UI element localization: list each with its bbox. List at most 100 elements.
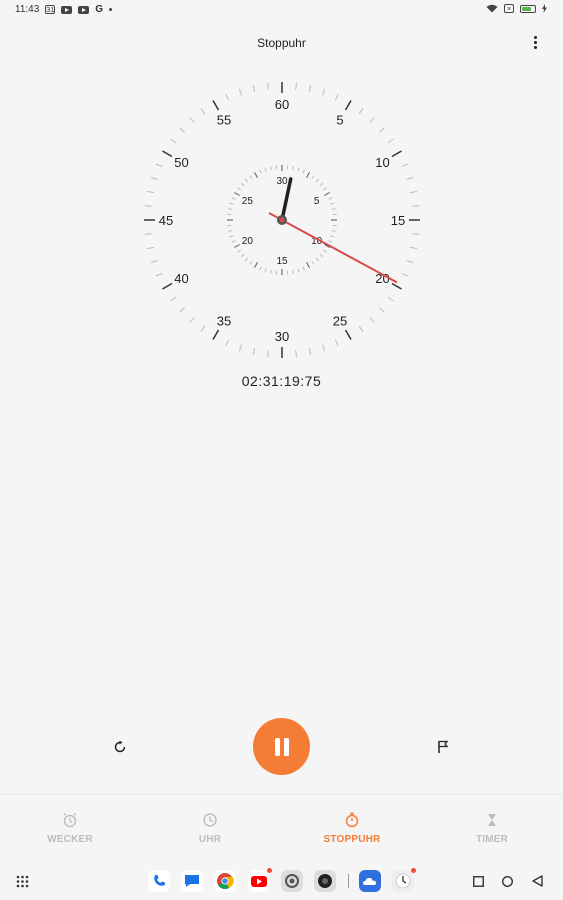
dial-minor-tick xyxy=(401,272,409,277)
messages-icon[interactable] xyxy=(181,870,203,892)
recents-icon[interactable] xyxy=(473,876,484,887)
tab-label-timer: TIMER xyxy=(475,834,509,845)
subdial-major-tick xyxy=(254,172,258,178)
dial-label: 25 xyxy=(333,313,347,328)
seconds-hand xyxy=(268,212,398,284)
dock-divider xyxy=(348,874,349,888)
subdial-minor-tick xyxy=(240,182,245,187)
back-icon[interactable] xyxy=(532,875,543,887)
subdial-minor-tick xyxy=(315,178,320,183)
dial-minor-tick xyxy=(150,260,158,264)
wifi-icon xyxy=(486,4,498,13)
subdial-label: 25 xyxy=(242,196,254,207)
dial-label: 60 xyxy=(275,97,289,112)
subdial-minor-tick xyxy=(231,240,236,243)
dial-minor-tick xyxy=(155,163,163,168)
dial-minor-tick xyxy=(179,127,185,133)
subdial-minor-tick xyxy=(228,230,233,232)
dial-label: 15 xyxy=(391,213,405,228)
subdial-minor-tick xyxy=(315,257,320,262)
app-drawer-icon[interactable] xyxy=(16,875,29,888)
clock-app-icon[interactable] xyxy=(392,868,416,892)
dial-minor-tick xyxy=(369,317,375,323)
subdial-minor-tick xyxy=(259,169,262,174)
subdial-minor-tick xyxy=(311,175,315,180)
subdial-minor-tick xyxy=(270,166,272,171)
dial-label: 10 xyxy=(375,155,389,170)
subdial-minor-tick xyxy=(319,253,324,258)
subdial-minor-tick xyxy=(264,268,267,273)
subdial-minor-tick xyxy=(330,202,335,205)
subdial-minor-tick xyxy=(240,253,245,258)
subdial-minor-tick xyxy=(328,197,333,200)
dial-minor-tick xyxy=(358,108,364,115)
tab-wecker[interactable]: WECKER xyxy=(0,795,140,863)
subdial-major-tick xyxy=(254,262,258,268)
settings-icon[interactable] xyxy=(281,870,303,892)
dial-minor-tick xyxy=(322,344,326,352)
dial-major-tick xyxy=(212,329,220,340)
home-icon[interactable] xyxy=(502,876,513,887)
navigation-bar xyxy=(0,862,563,900)
dial-minor-tick xyxy=(401,163,409,168)
more-options-icon[interactable] xyxy=(529,35,541,51)
subdial-label: 30 xyxy=(276,176,288,187)
dial-minor-tick xyxy=(144,205,152,207)
tab-stoppuhr[interactable]: STOPPUHR xyxy=(282,795,422,863)
subdial-label: 15 xyxy=(276,256,288,267)
reset-button[interactable] xyxy=(108,735,132,759)
dial-minor-tick xyxy=(406,176,414,180)
dial-minor-tick xyxy=(267,350,269,358)
tab-uhr[interactable]: UHR xyxy=(140,795,280,863)
subdial-minor-tick xyxy=(322,187,327,191)
dial-minor-tick xyxy=(238,344,242,352)
subdial-major-tick xyxy=(234,244,240,248)
dial-minor-tick xyxy=(146,190,154,194)
subdial-minor-tick xyxy=(237,249,242,253)
dial-major-tick xyxy=(344,329,352,340)
dial-label: 5 xyxy=(336,113,343,128)
dial-major-tick xyxy=(212,100,220,111)
dial-minor-tick xyxy=(358,325,364,332)
dial-label: 50 xyxy=(174,155,188,170)
dial-minor-tick xyxy=(387,138,394,144)
clock-notification-dot xyxy=(411,868,416,873)
dial-minor-tick xyxy=(406,260,414,264)
clock-icon xyxy=(203,813,217,827)
subdial-minor-tick xyxy=(311,260,315,265)
subdial-label: 20 xyxy=(242,236,254,247)
subdial-minor-tick xyxy=(322,249,327,253)
tab-timer[interactable]: TIMER xyxy=(422,795,562,863)
subdial-minor-tick xyxy=(330,235,335,238)
dial-major-tick xyxy=(391,150,402,158)
tab-label-uhr: UHR xyxy=(198,834,222,845)
hand-pivot-center xyxy=(279,217,285,223)
dial-minor-tick xyxy=(267,82,269,90)
subdial-minor-tick xyxy=(331,230,336,232)
subdial-major-tick xyxy=(324,192,330,196)
status-bar: 11:43 31 G × xyxy=(0,0,563,20)
dial-label: 40 xyxy=(174,271,188,286)
elapsed-time: 02:31:19:75 xyxy=(241,373,322,389)
phone-icon[interactable] xyxy=(148,870,170,892)
subdial-label: 5 xyxy=(314,196,320,207)
subdial-minor-tick xyxy=(231,197,236,200)
subdial-minor-tick xyxy=(319,182,324,187)
subdial-minor-tick xyxy=(270,269,272,274)
camera-icon[interactable] xyxy=(314,870,336,892)
dial-major-tick xyxy=(344,100,352,111)
dial-minor-tick xyxy=(179,307,185,313)
pause-button[interactable] xyxy=(253,718,310,775)
weather-icon[interactable] xyxy=(359,870,381,892)
dial-minor-tick xyxy=(238,88,242,96)
dial-minor-tick xyxy=(170,296,177,302)
dial-minor-tick xyxy=(295,350,297,358)
google-icon: G xyxy=(95,4,104,15)
youtube-notification-icon xyxy=(61,5,73,14)
lap-button[interactable] xyxy=(431,735,455,759)
dial-minor-tick xyxy=(170,138,177,144)
subdial-minor-tick xyxy=(244,178,249,183)
youtube-icon[interactable] xyxy=(248,868,272,892)
chrome-icon[interactable] xyxy=(214,870,236,892)
dial-minor-tick xyxy=(146,246,154,250)
